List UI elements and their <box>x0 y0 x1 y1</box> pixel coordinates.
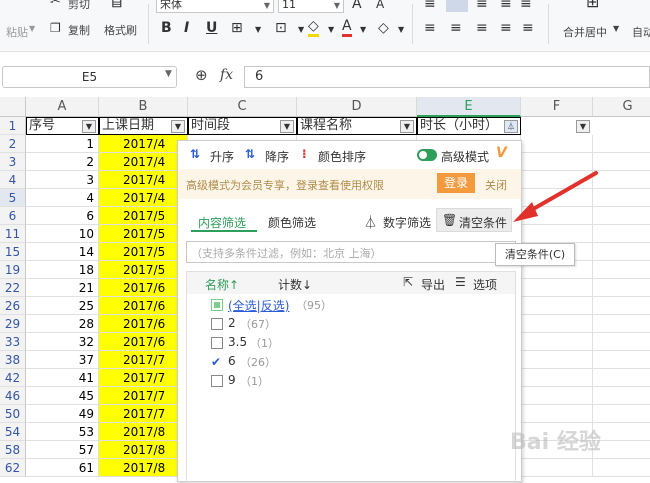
watermark: Bai 经验 <box>510 430 601 455</box>
red-arrow-annotation <box>513 171 598 222</box>
